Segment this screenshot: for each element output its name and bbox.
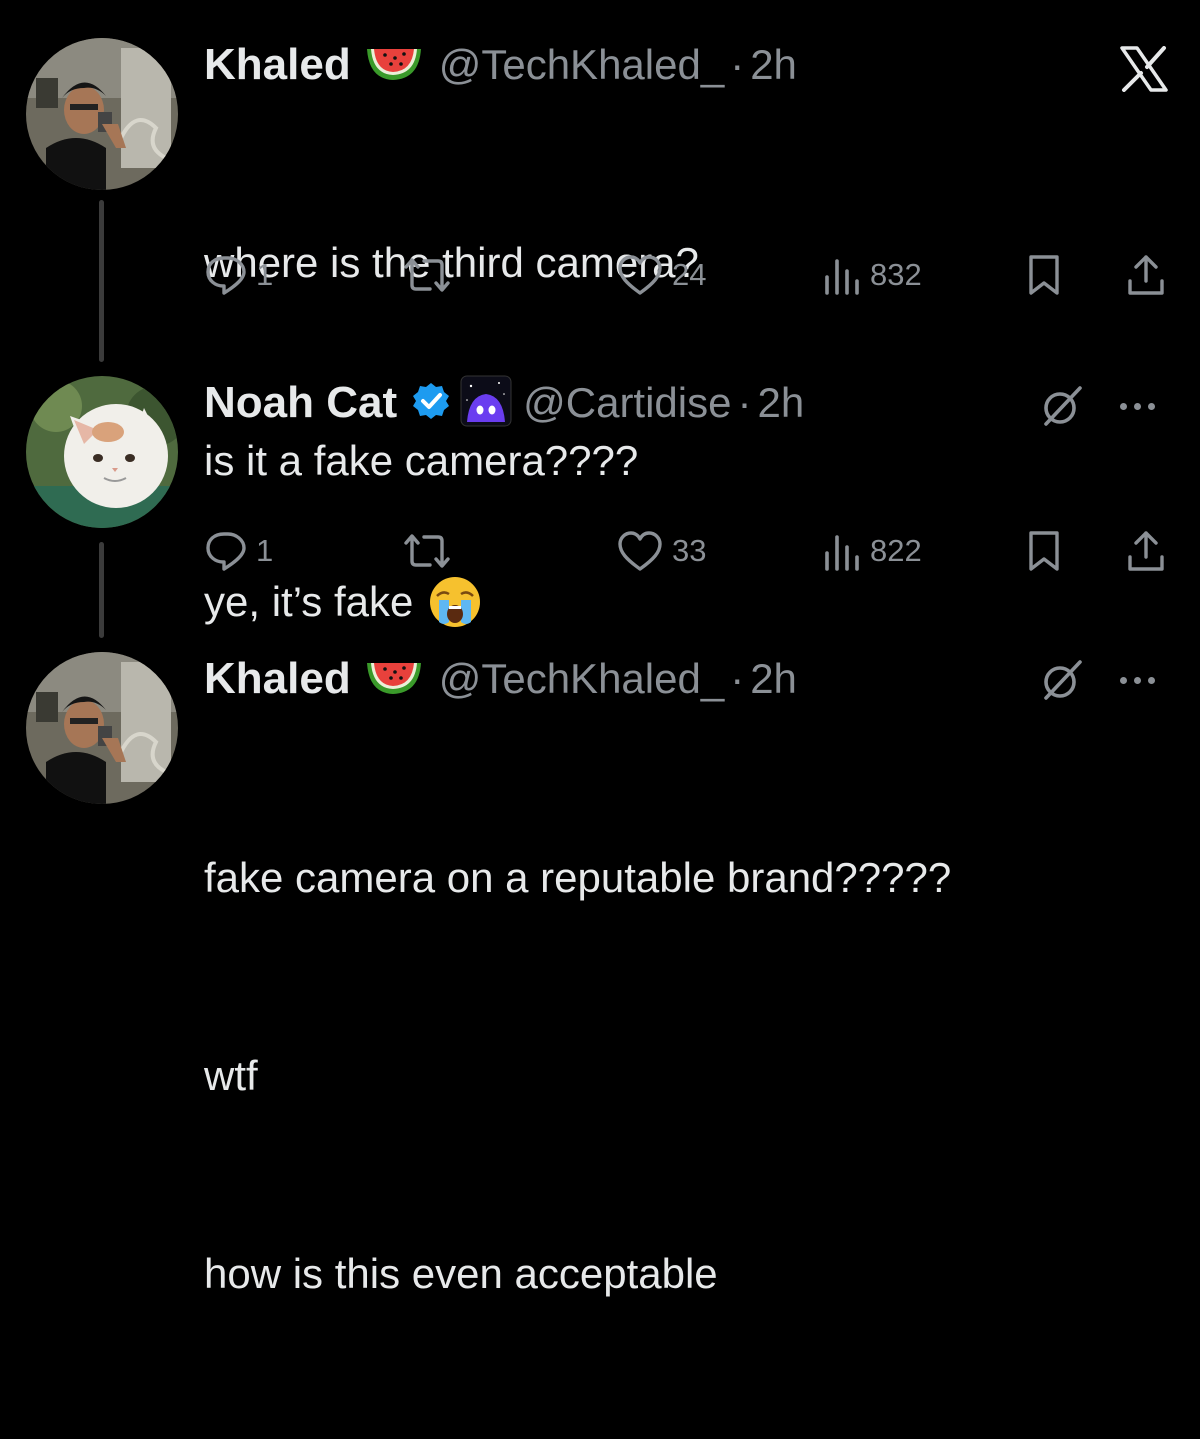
action-bar: 1 33 822 bbox=[204, 526, 1168, 576]
verified-badge-icon bbox=[411, 381, 451, 426]
retweet-button[interactable] bbox=[400, 250, 454, 300]
avatar-khaled[interactable] bbox=[26, 652, 178, 804]
reply-count: 1 bbox=[256, 533, 274, 568]
tweet-line: ye, it’s fake bbox=[204, 578, 414, 625]
tweet-line: how is this even acceptable bbox=[204, 1250, 718, 1297]
handle[interactable]: @TechKhaled_ bbox=[439, 41, 725, 89]
tweet-line: wtf bbox=[204, 1052, 258, 1099]
views-count: 822 bbox=[870, 533, 922, 568]
reply-icon bbox=[206, 532, 246, 571]
like-count: 33 bbox=[672, 533, 707, 568]
crying-face-icon bbox=[430, 577, 481, 627]
timestamp[interactable]: 2h bbox=[757, 379, 804, 427]
bookmark-icon bbox=[1029, 255, 1059, 295]
retweet-icon bbox=[404, 258, 450, 292]
tweet-header: Noah Cat @Cartidise · 2h bbox=[204, 374, 804, 433]
thread-line bbox=[99, 200, 104, 362]
handle[interactable]: @Cartidise bbox=[523, 379, 731, 427]
share-icon bbox=[1128, 531, 1164, 571]
share-icon bbox=[1128, 255, 1164, 295]
views-icon bbox=[825, 259, 859, 295]
handle[interactable]: @TechKhaled_ bbox=[439, 655, 725, 703]
affiliate-badge-icon bbox=[459, 374, 513, 433]
retweet-icon bbox=[404, 534, 450, 568]
views-icon bbox=[825, 535, 859, 571]
tweet-menu bbox=[1040, 384, 1155, 428]
reply-count: 1 bbox=[256, 257, 274, 292]
separator: · bbox=[730, 41, 745, 88]
x-logo-icon[interactable] bbox=[1120, 46, 1168, 92]
timestamp[interactable]: 2h bbox=[750, 41, 797, 89]
watermelon-icon bbox=[363, 657, 425, 702]
like-button[interactable]: 24 bbox=[616, 250, 706, 300]
avatar-khaled[interactable] bbox=[26, 38, 178, 190]
retweet-button[interactable] bbox=[400, 526, 454, 576]
watermelon-icon bbox=[363, 43, 425, 88]
tweet-header: Khaled @TechKhaled_ · 2h bbox=[204, 38, 797, 92]
like-button[interactable]: 33 bbox=[616, 526, 706, 576]
views-button[interactable]: 832 bbox=[822, 250, 922, 300]
share-button[interactable] bbox=[1124, 526, 1168, 576]
separator: · bbox=[730, 655, 745, 702]
display-name[interactable]: Khaled bbox=[204, 654, 351, 704]
thread-line bbox=[99, 542, 104, 638]
reply-button[interactable]: 1 bbox=[204, 250, 273, 300]
like-icon bbox=[618, 255, 662, 295]
like-count: 24 bbox=[672, 257, 707, 292]
views-button[interactable]: 822 bbox=[822, 526, 922, 576]
grok-icon[interactable] bbox=[1040, 384, 1084, 428]
action-bar: 1 24 832 bbox=[204, 250, 1168, 300]
reply-button[interactable]: 1 bbox=[204, 526, 273, 576]
bookmark-button[interactable] bbox=[1026, 250, 1062, 300]
more-icon[interactable] bbox=[1120, 402, 1155, 410]
display-name[interactable]: Noah Cat bbox=[204, 378, 397, 428]
timestamp[interactable]: 2h bbox=[750, 655, 797, 703]
like-icon bbox=[618, 531, 662, 571]
tweet-header: Khaled @TechKhaled_ · 2h bbox=[204, 652, 797, 706]
bookmark-button[interactable] bbox=[1026, 526, 1062, 576]
separator: · bbox=[737, 379, 752, 426]
avatar-noah-cat[interactable] bbox=[26, 376, 178, 528]
share-button[interactable] bbox=[1124, 250, 1168, 300]
tweet-text: fake camera on a reputable brand????? wt… bbox=[204, 713, 951, 1439]
display-name[interactable]: Khaled bbox=[204, 40, 351, 90]
bookmark-icon bbox=[1029, 531, 1059, 571]
more-icon[interactable] bbox=[1120, 676, 1155, 684]
grok-icon[interactable] bbox=[1040, 658, 1084, 702]
tweet-menu bbox=[1040, 658, 1155, 702]
tweet-line: fake camera on a reputable brand????? bbox=[204, 854, 952, 901]
reply-icon bbox=[206, 256, 246, 295]
views-count: 832 bbox=[870, 257, 922, 292]
